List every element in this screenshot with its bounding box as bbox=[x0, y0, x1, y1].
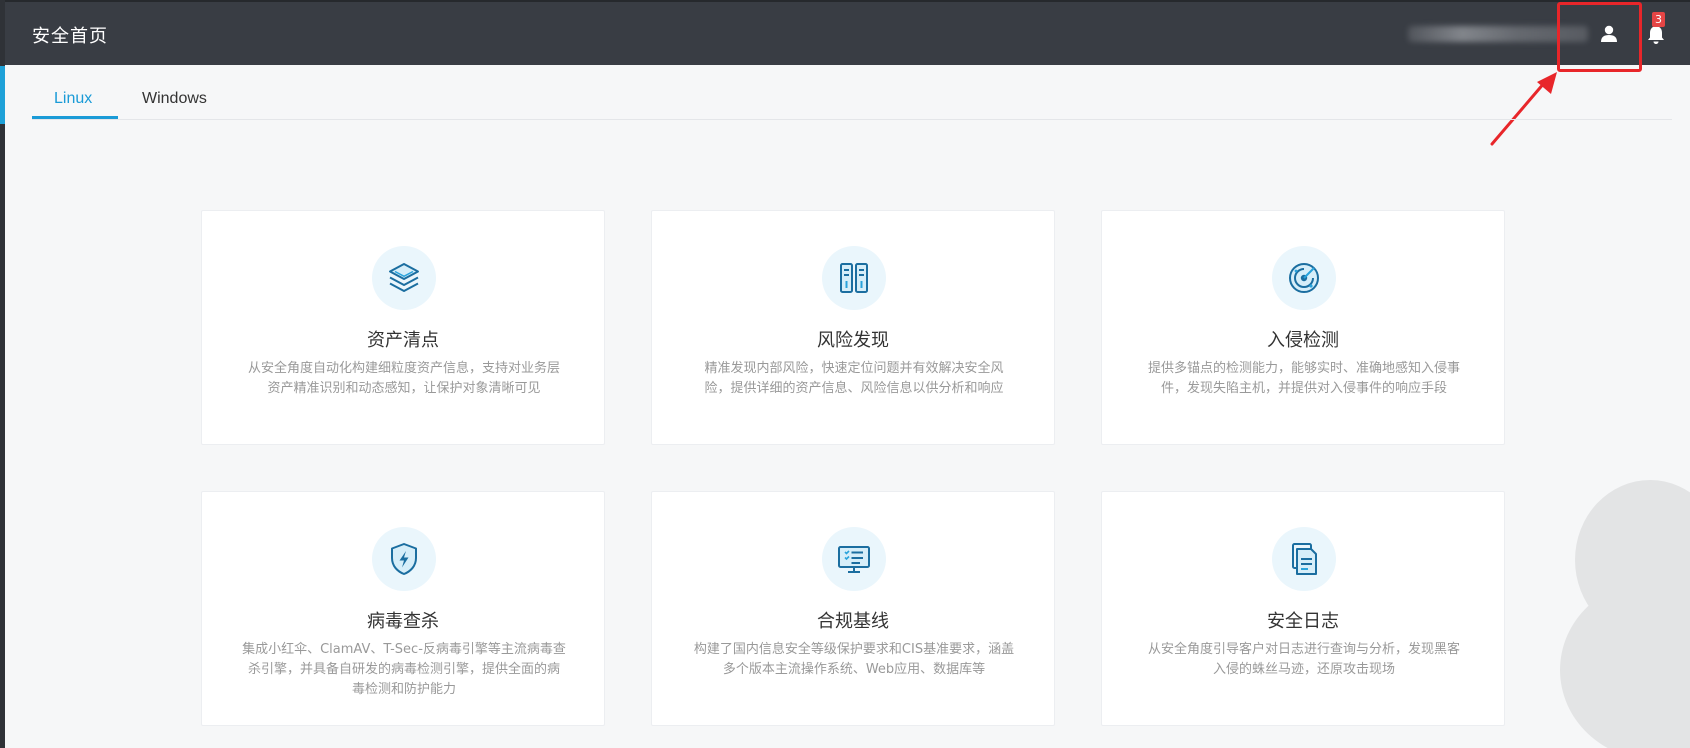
shield-bolt-icon bbox=[391, 543, 417, 575]
card-icon-circle bbox=[372, 246, 436, 310]
os-tabs: Linux Windows bbox=[32, 80, 1672, 120]
monitor-checklist-icon bbox=[838, 546, 870, 573]
card-asset-inventory[interactable]: 资产清点 从安全角度自动化构建细粒度资产信息，支持对业务层资产精准识别和动态感知… bbox=[201, 210, 605, 445]
window-left-edge bbox=[0, 0, 5, 748]
card-title: 风险发现 bbox=[817, 330, 889, 351]
card-virus-scan[interactable]: 病毒查杀 集成小红伞、ClamAV、T-Sec-反病毒引擎等主流病毒查杀引擎，并… bbox=[201, 491, 605, 726]
page-title: 安全首页 bbox=[32, 26, 108, 47]
card-intrusion-detection[interactable]: 入侵检测 提供多锚点的检测能力，能够实时、准确地感知入侵事件，发现失陷主机，并提… bbox=[1101, 210, 1505, 445]
card-description: 精准发现内部风险，快速定位问题并有效解决安全风险，提供详细的资产信息、风险信息以… bbox=[704, 361, 1004, 396]
notification-count-badge: 3 bbox=[1652, 12, 1665, 27]
card-title: 入侵检测 bbox=[1267, 330, 1339, 351]
card-title: 资产清点 bbox=[367, 330, 439, 351]
card-icon-circle bbox=[1272, 246, 1336, 310]
layers-icon bbox=[389, 263, 419, 292]
card-title: 病毒查杀 bbox=[367, 611, 439, 632]
top-navigation-bar: 安全首页 bbox=[5, 0, 1690, 65]
card-icon-circle bbox=[822, 527, 886, 591]
card-title: 安全日志 bbox=[1267, 611, 1339, 632]
card-icon-circle bbox=[822, 246, 886, 310]
left-edge-accent bbox=[0, 66, 5, 124]
tab-windows[interactable]: Windows bbox=[142, 90, 207, 108]
penguin-watermark-icon bbox=[1560, 480, 1690, 748]
card-description: 提供多锚点的检测能力，能够实时、准确地感知入侵事件，发现失陷主机，并提供对入侵事… bbox=[1147, 361, 1460, 396]
radar-icon bbox=[1289, 263, 1319, 293]
annotation-highlight-box bbox=[1557, 2, 1642, 72]
tab-linux[interactable]: Linux bbox=[54, 90, 92, 108]
card-description: 从安全角度引导客户对日志进行查询与分析，发现黑客入侵的蛛丝马迹，还原攻击现场 bbox=[1147, 642, 1460, 677]
card-description: 构建了国内信息安全等级保护要求和CIS基准要求，涵盖多个版本主流操作系统、Web… bbox=[693, 642, 1015, 677]
card-description: 从安全角度自动化构建细粒度资产信息，支持对业务层资产精准识别和动态感知，让保护对… bbox=[247, 361, 560, 396]
card-icon-circle bbox=[1272, 527, 1336, 591]
card-icon-circle bbox=[372, 527, 436, 591]
document-icon bbox=[1292, 543, 1317, 575]
card-description: 集成小红伞、ClamAV、T-Sec-反病毒引擎等主流病毒查杀引擎，并具备自研发… bbox=[242, 642, 566, 697]
card-security-log[interactable]: 安全日志 从安全角度引导客户对日志进行查询与分析，发现黑客入侵的蛛丝马迹，还原攻… bbox=[1101, 491, 1505, 726]
card-risk-discovery[interactable]: 风险发现 精准发现内部风险，快速定位问题并有效解决安全风险，提供详细的资产信息、… bbox=[651, 210, 1055, 445]
active-tab-indicator bbox=[32, 116, 118, 119]
server-icon bbox=[840, 263, 868, 293]
card-title: 合规基线 bbox=[817, 611, 889, 632]
card-compliance-baseline[interactable]: 合规基线 构建了国内信息安全等级保护要求和CIS基准要求，涵盖多个版本主流操作系… bbox=[651, 491, 1055, 726]
